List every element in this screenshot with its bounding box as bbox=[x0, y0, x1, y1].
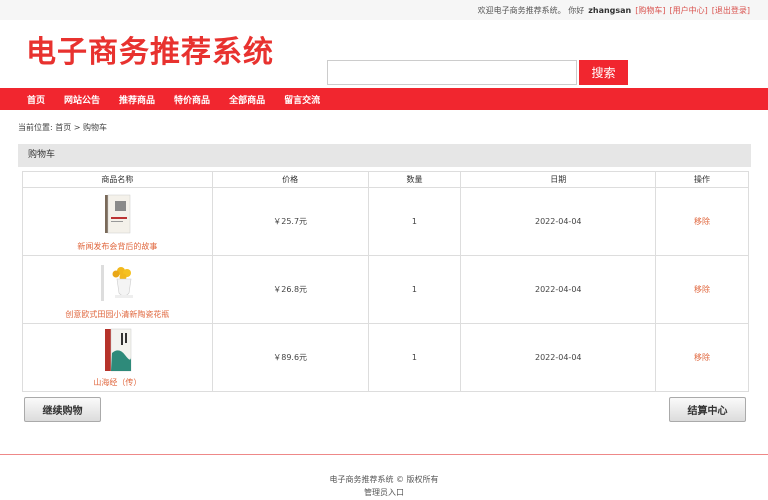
cart-table: 商品名称 价格 数量 日期 操作 新闻发布会背后的故事 ￥25.7元 1 202… bbox=[22, 171, 749, 392]
cell-product: 山海经（传） bbox=[22, 323, 213, 392]
nav-item-announcements[interactable]: 网站公告 bbox=[64, 93, 100, 106]
book-icon[interactable] bbox=[97, 191, 137, 237]
cell-date: 2022-04-04 bbox=[460, 255, 657, 324]
product-name-link[interactable]: 创意欧式田园小清新陶瓷花瓶 bbox=[65, 309, 169, 320]
cell-action: 移除 bbox=[655, 187, 749, 256]
main-nav: 首页 网站公告 推荐商品 特价商品 全部商品 留言交流 bbox=[0, 88, 768, 110]
footer-divider bbox=[0, 454, 768, 455]
col-header-date: 日期 bbox=[460, 171, 657, 188]
table-header-row: 商品名称 价格 数量 日期 操作 bbox=[22, 171, 749, 188]
cell-qty: 1 bbox=[367, 323, 462, 392]
breadcrumb-prefix: 当前位置: 首页 > bbox=[18, 123, 81, 132]
username: zhangsan bbox=[588, 5, 632, 15]
cell-date: 2022-04-04 bbox=[460, 187, 657, 256]
cell-date: 2022-04-04 bbox=[460, 323, 657, 392]
cell-action: 移除 bbox=[655, 323, 749, 392]
top-bar: 欢迎电子商务推荐系统。 你好 zhangsan [购物车] [用户中心] [退出… bbox=[0, 0, 768, 20]
vase-icon[interactable] bbox=[97, 259, 137, 305]
table-row: 山海经（传） ￥89.6元 1 2022-04-04 移除 bbox=[22, 323, 749, 392]
continue-shopping-button[interactable]: 继续购物 bbox=[24, 397, 101, 422]
remove-link[interactable]: 移除 bbox=[694, 285, 710, 294]
cell-qty: 1 bbox=[367, 255, 462, 324]
table-row: 新闻发布会背后的故事 ￥25.7元 1 2022-04-04 移除 bbox=[22, 187, 749, 256]
breadcrumb-current: 购物车 bbox=[83, 123, 108, 132]
nav-item-all-products[interactable]: 全部商品 bbox=[229, 93, 265, 106]
copyright-text: 电子商务推荐系统 © 版权所有 bbox=[329, 475, 439, 484]
nav-item-messages[interactable]: 留言交流 bbox=[284, 93, 320, 106]
nav-item-home[interactable]: 首页 bbox=[27, 93, 45, 106]
cell-product: 新闻发布会背后的故事 bbox=[22, 187, 213, 256]
cell-price: ￥89.6元 bbox=[211, 323, 369, 392]
cell-price: ￥25.7元 bbox=[211, 187, 369, 256]
cell-action: 移除 bbox=[655, 255, 749, 324]
welcome-text: 欢迎电子商务推荐系统。 你好 bbox=[477, 5, 585, 15]
table-row: 创意欧式田园小清新陶瓷花瓶 ￥26.8元 1 2022-04-04 移除 bbox=[22, 255, 749, 324]
col-header-qty: 数量 bbox=[367, 171, 462, 188]
admin-link[interactable]: 管理员入口 bbox=[0, 486, 768, 499]
col-header-price: 价格 bbox=[211, 171, 369, 188]
nav-item-recommended[interactable]: 推荐商品 bbox=[119, 93, 155, 106]
search-input[interactable] bbox=[327, 60, 577, 85]
product-name-link[interactable]: 山海经（传） bbox=[93, 377, 141, 388]
col-header-action: 操作 bbox=[655, 171, 749, 188]
nav-item-specials[interactable]: 特价商品 bbox=[174, 93, 210, 106]
panel-title: 购物车 bbox=[18, 144, 751, 167]
cart-link[interactable]: [购物车] bbox=[635, 5, 665, 16]
breadcrumb: 当前位置: 首页 > 购物车 bbox=[18, 122, 107, 133]
footer: 电子商务推荐系统 © 版权所有 管理员入口 bbox=[0, 473, 768, 499]
remove-link[interactable]: 移除 bbox=[694, 353, 710, 362]
header: 电子商务推荐系统 搜索 bbox=[0, 20, 768, 88]
site-logo[interactable]: 电子商务推荐系统 bbox=[26, 34, 274, 72]
remove-link[interactable]: 移除 bbox=[694, 217, 710, 226]
user-center-link[interactable]: [用户中心] bbox=[670, 5, 708, 16]
logout-link[interactable]: [退出登录] bbox=[712, 5, 750, 16]
checkout-button[interactable]: 结算中心 bbox=[669, 397, 746, 422]
cell-product: 创意欧式田园小清新陶瓷花瓶 bbox=[22, 255, 213, 324]
col-header-name: 商品名称 bbox=[22, 171, 213, 188]
cell-qty: 1 bbox=[367, 187, 462, 256]
cell-price: ￥26.8元 bbox=[211, 255, 369, 324]
product-name-link[interactable]: 新闻发布会背后的故事 bbox=[77, 241, 157, 252]
search-button[interactable]: 搜索 bbox=[579, 60, 628, 85]
book-cover-icon[interactable] bbox=[97, 327, 137, 373]
